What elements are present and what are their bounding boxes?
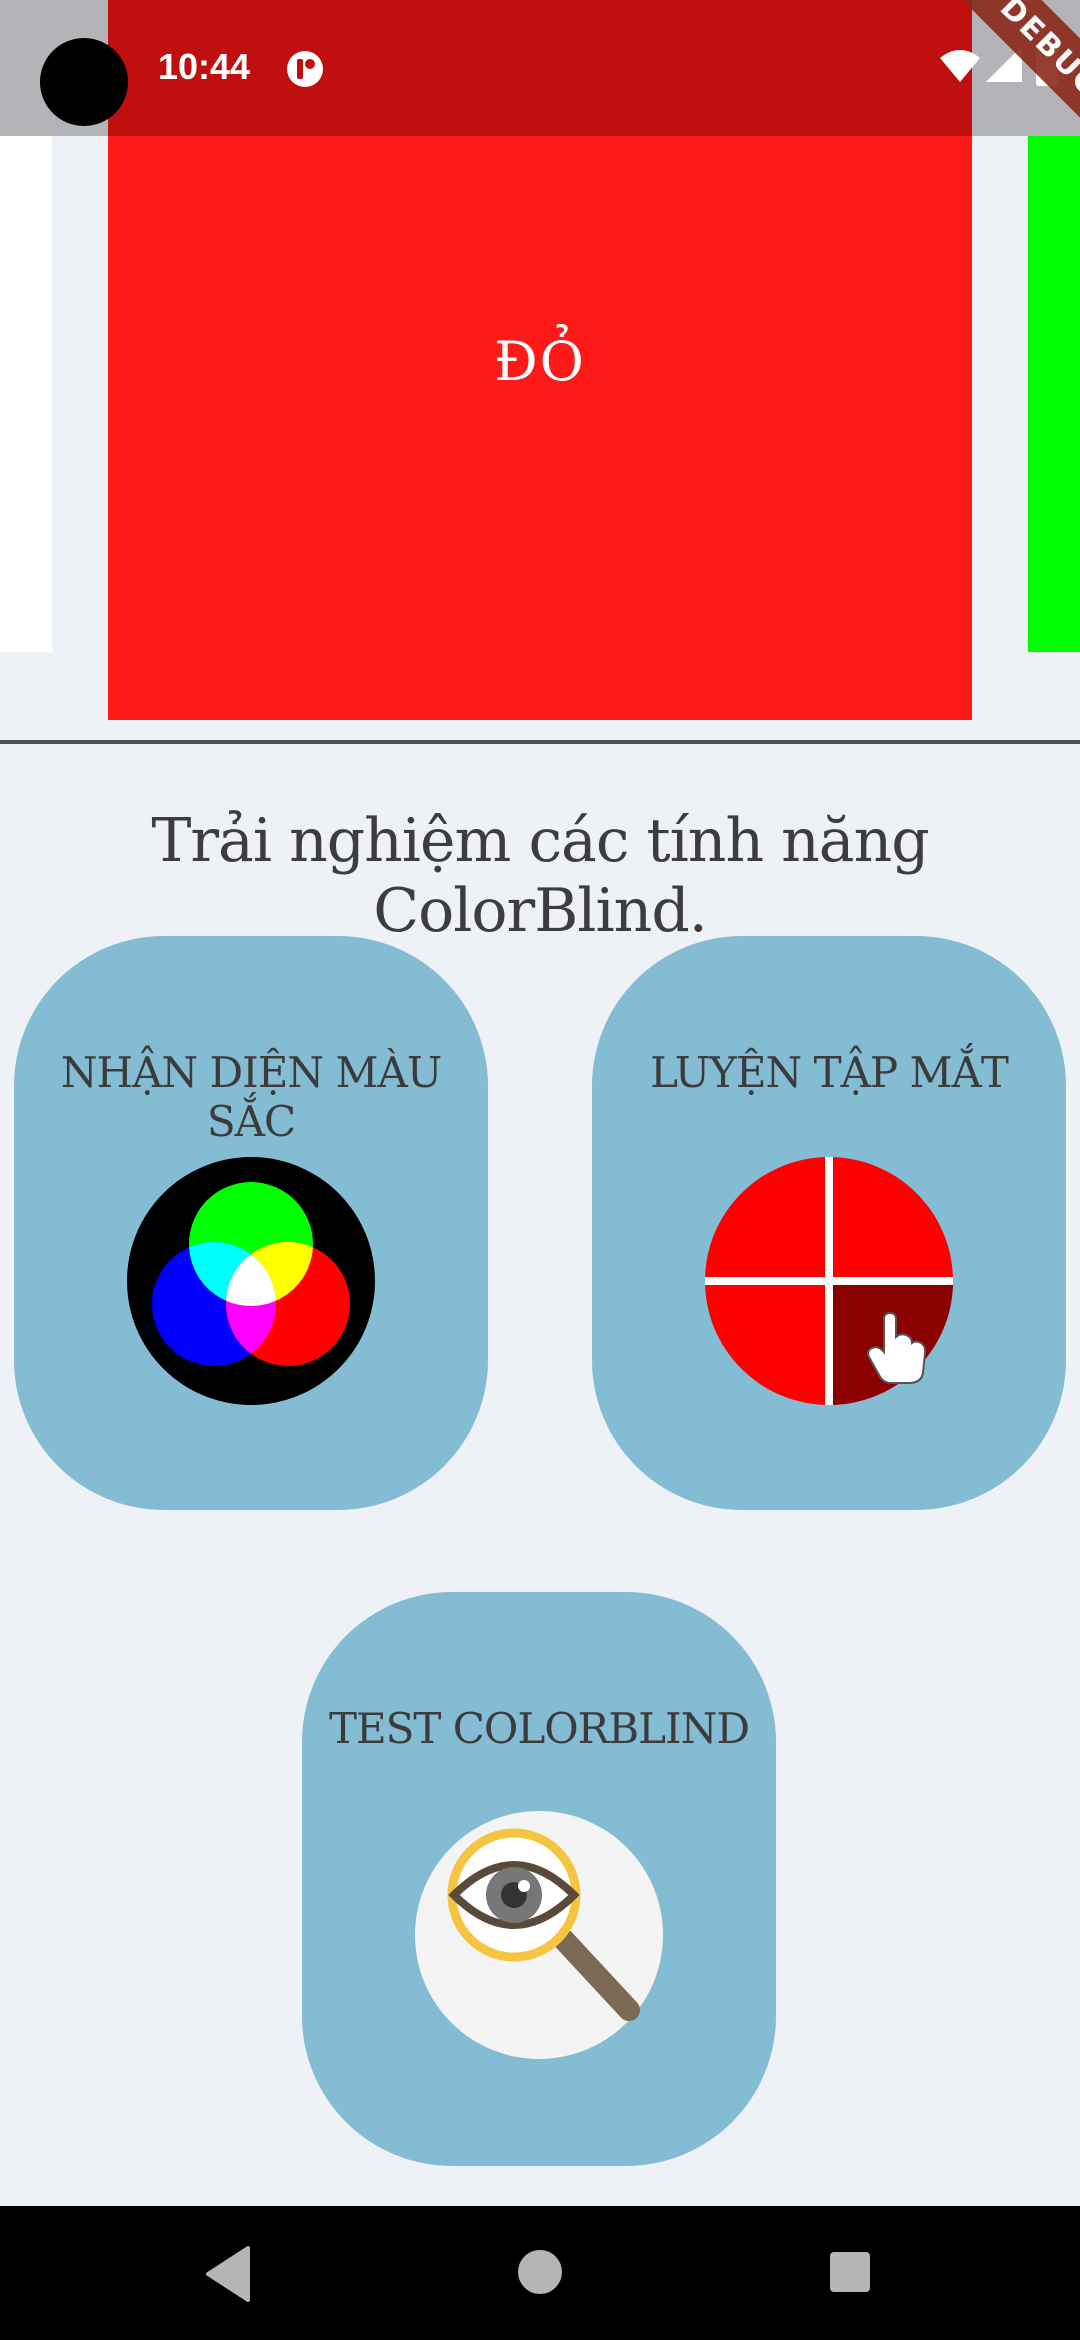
recents-icon[interactable] (830, 2252, 870, 2292)
wifi-icon (940, 50, 980, 82)
color-card-white[interactable] (0, 136, 52, 652)
camera-hole (40, 38, 128, 126)
eye-training-grid-icon (705, 1157, 953, 1405)
back-icon[interactable] (200, 2244, 256, 2304)
rgb-color-wheel-icon (127, 1157, 375, 1405)
section-heading: Trải nghiệm các tính năng ColorBlind. (151, 806, 929, 946)
divider (0, 740, 1080, 744)
magnifier-eye-icon (415, 1811, 663, 2059)
color-card-label: ĐỎ (494, 330, 586, 393)
app-notification-icon (287, 51, 323, 87)
eye-training-title: LUYỆN TẬP MẮT (650, 1048, 1009, 1097)
colorblind-test-title: TEST COLORBLIND (328, 1704, 750, 1753)
color-detection-title: NHẬN DIỆN MÀU SẮC (60, 1048, 443, 1146)
eye-training-card[interactable]: LUYỆN TẬP MẮT (592, 936, 1066, 1510)
colorblind-test-card[interactable]: TEST COLORBLIND (302, 1592, 776, 2166)
home-icon[interactable] (518, 2250, 562, 2294)
color-detection-card[interactable]: NHẬN DIỆN MÀU SẮC (14, 936, 488, 1510)
status-time: 10:44 (158, 46, 251, 87)
color-card-green[interactable] (1028, 136, 1080, 652)
